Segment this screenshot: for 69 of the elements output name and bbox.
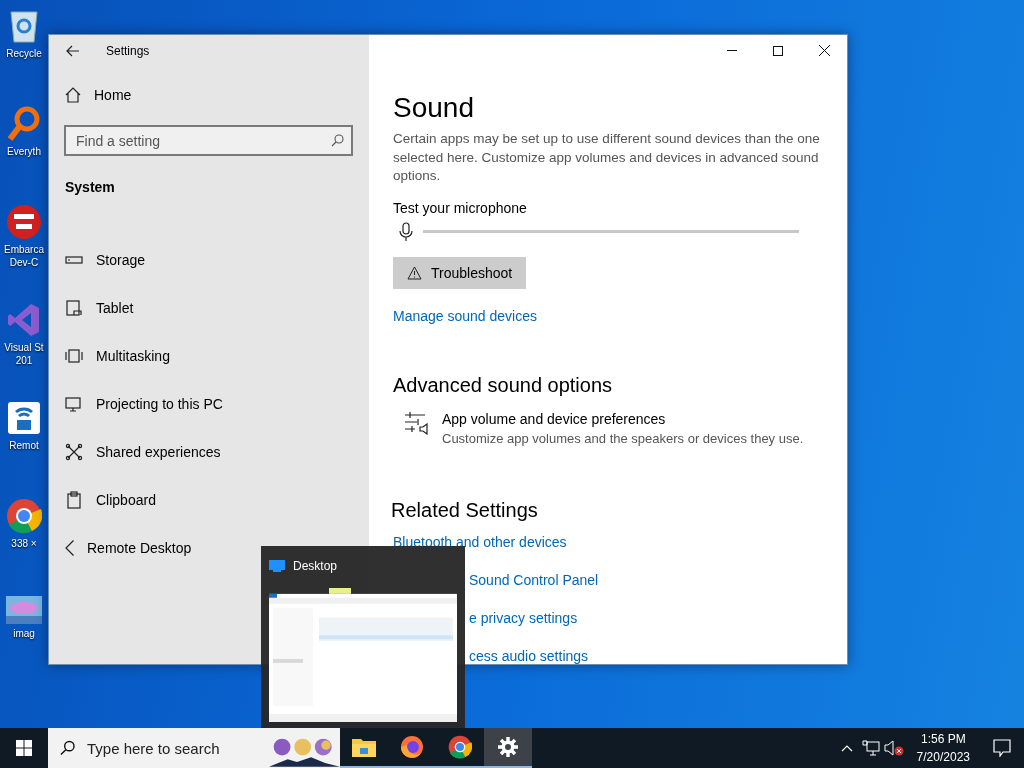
desktop-icon-label[interactable]: Embarca Dev-C: [0, 243, 48, 269]
desktop-icon-label[interactable]: Recycle: [6, 47, 42, 60]
multitasking-icon: [65, 347, 83, 365]
desktop-icon-label[interactable]: Everyth: [7, 145, 41, 158]
microphone-label: Test your microphone: [393, 199, 528, 216]
network-icon: [861, 740, 880, 756]
clock[interactable]: 1:56 PM 7/20/2023: [906, 728, 980, 768]
troubleshoot-button[interactable]: Troubleshoot: [393, 256, 527, 289]
section-heading: Related Settings: [391, 498, 539, 522]
home-icon: [65, 87, 81, 103]
minimize-icon: [727, 50, 737, 51]
desktop-icon-label[interactable]: Remot: [9, 439, 39, 452]
desktop-icon-label[interactable]: 338 ×: [11, 537, 37, 550]
sidebar-item[interactable]: Tablet: [96, 300, 134, 316]
sidebar-item[interactable]: Shared experiences: [96, 444, 221, 460]
magnifier-icon: [7, 106, 41, 142]
sidebar-item[interactable]: Multitasking: [96, 348, 170, 364]
speech-bubble-icon: [993, 739, 1011, 757]
app-volume-link[interactable]: App volume and device preferences: [442, 410, 804, 427]
desktop-icon-label[interactable]: imag: [13, 627, 35, 640]
clipboard-icon: [65, 491, 83, 509]
sidebar-item[interactable]: Storage: [96, 252, 146, 268]
browser-logo-icon: [448, 735, 472, 759]
search-icon: [60, 740, 75, 756]
chevron-up-icon: [840, 744, 853, 752]
close-icon: [818, 45, 830, 56]
windows-logo-icon: [16, 740, 32, 756]
mixer-icon: [404, 410, 430, 435]
monitor-icon: [65, 395, 83, 413]
folder-icon: [352, 737, 376, 757]
infinity-logo-icon: [7, 302, 41, 338]
manage-devices-link[interactable]: Manage sound devices: [393, 307, 537, 324]
section-heading: Advanced sound options: [393, 373, 614, 397]
back-arrow-icon[interactable]: [66, 44, 80, 57]
network-nodes-icon: [65, 443, 83, 461]
remote-app-icon: [7, 400, 41, 436]
microphone-icon: [399, 221, 413, 242]
related-setting-link[interactable]: Bluetooth and other devices: [393, 533, 567, 550]
explorer-window-drawing[interactable]: [269, 588, 457, 722]
setting-description: Customize app volumes and the speakers or devices they use.: [442, 430, 804, 446]
sidebar-item[interactable]: Projecting to this PC: [96, 396, 223, 412]
desktop-icon-label[interactable]: Visual St 201: [0, 341, 48, 367]
search-field[interactable]: Find a setting: [64, 125, 353, 156]
image-file-icon: [6, 596, 42, 624]
home-link[interactable]: Home: [94, 87, 132, 103]
fox-logo-icon: [400, 735, 424, 759]
thumbnail-title: Desktop: [293, 559, 338, 573]
warning-icon: [407, 265, 422, 280]
muted-speaker-icon: [883, 740, 906, 756]
sidebar-item[interactable]: Remote Desktop: [87, 540, 192, 556]
related-setting-link[interactable]: e privacy settings: [469, 609, 578, 626]
sidebar-item[interactable]: Clipboard: [96, 492, 156, 508]
related-setting-link[interactable]: Sound Control Panel: [469, 571, 599, 588]
maximize-icon: [773, 45, 783, 56]
monitor-icon: [269, 560, 285, 572]
section-heading: System: [65, 179, 116, 195]
window-title: Settings: [106, 43, 150, 58]
app-logo-icon: [7, 204, 41, 240]
search-input[interactable]: Type here to search: [84, 738, 259, 758]
page-heading: Sound: [393, 92, 475, 124]
settings-icon: [497, 736, 519, 758]
description: Certain apps may be set up to use different sound devices than the one selected here. Customize app volumes and devices in advanced sound options.: [393, 130, 821, 185]
recycle-bin-icon: [7, 8, 41, 44]
search-icon: [331, 134, 344, 147]
taskbar-app-button[interactable]: [484, 728, 532, 768]
tablet-icon: [65, 299, 83, 317]
related-setting-link[interactable]: cess audio settings: [469, 647, 589, 664]
browser-logo-icon: [6, 498, 42, 534]
taskbar-search-box[interactable]: Type here to search: [48, 728, 340, 768]
